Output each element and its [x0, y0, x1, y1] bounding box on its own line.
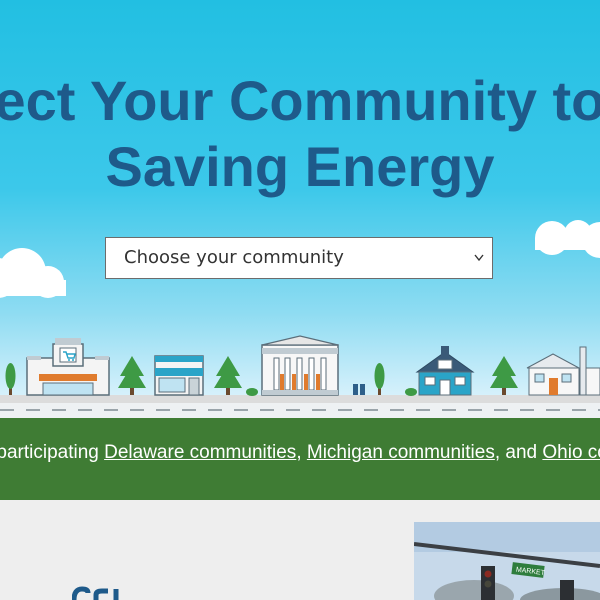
ohio-communities-link[interactable]: Ohio communities: [542, 442, 600, 463]
tree-far-left: [5, 363, 16, 395]
banner-text: All participating Delaware communities , …: [0, 442, 600, 464]
town-illustration: [0, 220, 600, 418]
tree-3: [374, 363, 385, 395]
banner-separator-2: , and: [494, 442, 543, 463]
banner-prefix: All participating: [0, 442, 99, 463]
mailbox-icon: [353, 384, 365, 395]
white-house: [526, 346, 600, 396]
chevron-down-icon: [474, 238, 484, 295]
sidewalk: [0, 395, 600, 403]
grocery-store: [26, 338, 110, 396]
tree-4: [490, 356, 518, 395]
delaware-communities-link[interactable]: Delaware communities: [104, 442, 296, 463]
street-photo: MARKET: [414, 522, 600, 600]
community-select[interactable]: Choose your community: [105, 237, 493, 279]
section-heading-fragment: [72, 585, 130, 600]
cloud-right: [535, 220, 600, 258]
shop-awning: [154, 355, 204, 396]
page-title: Connect Your Community to Start: [0, 69, 600, 132]
participating-communities-banner: All participating Delaware communities , …: [0, 418, 600, 500]
blue-house: [415, 346, 475, 396]
civic-building: [261, 335, 339, 396]
cloud-left: [0, 248, 66, 298]
hero-section: Connect Your Community to Start Saving E…: [0, 0, 600, 418]
community-select-placeholder: Choose your community: [124, 247, 344, 268]
tree-1: [118, 356, 146, 395]
tree-2: [214, 356, 242, 395]
banner-separator-1: ,: [296, 442, 307, 463]
michigan-communities-link[interactable]: Michigan communities: [307, 442, 495, 463]
page-title-line2: Saving Energy: [105, 135, 495, 198]
